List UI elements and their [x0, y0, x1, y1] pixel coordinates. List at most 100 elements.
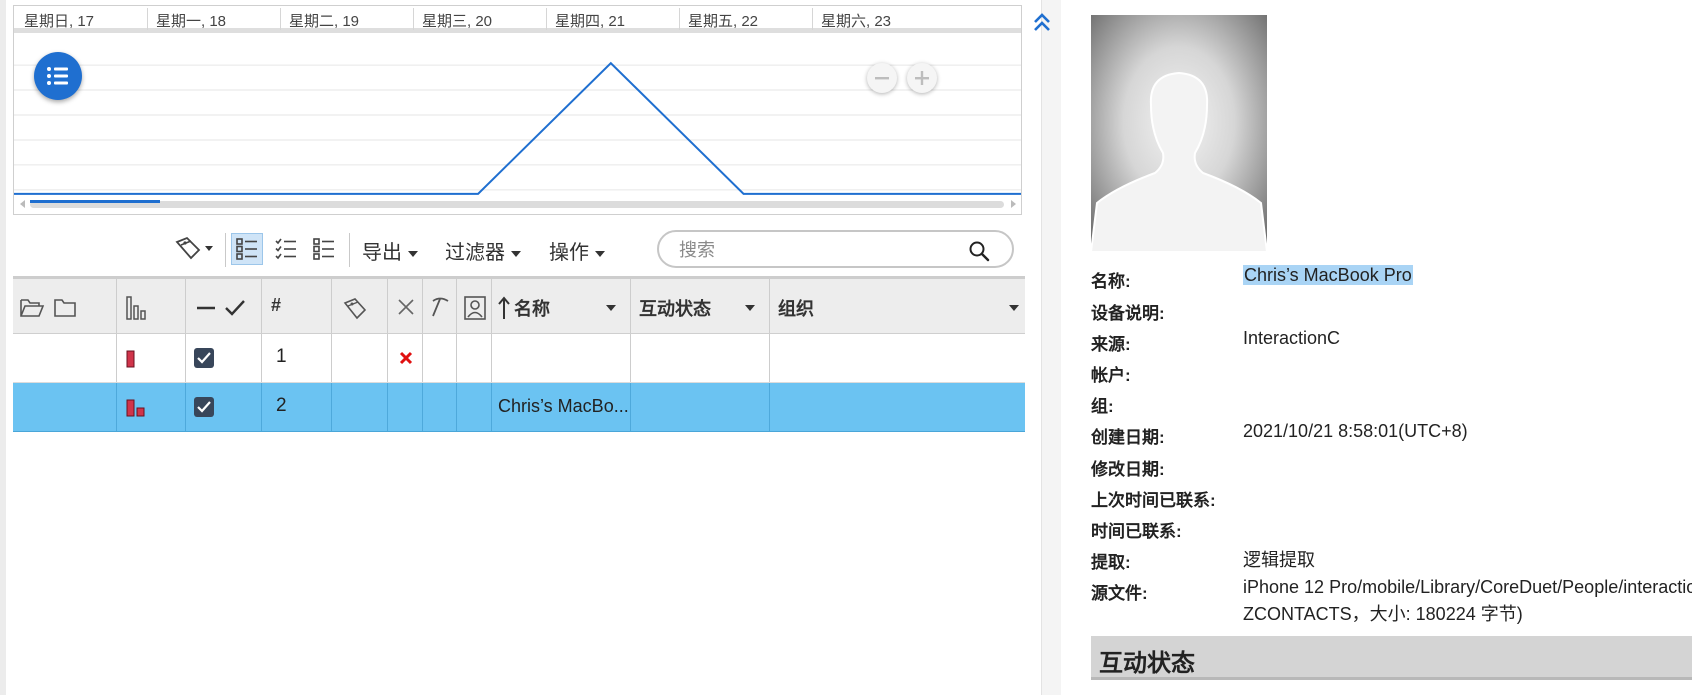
row-person-cell	[457, 334, 492, 382]
field-value-source-file[interactable]: iPhone 12 Pro/mobile/Library/CoreDuet/Pe…	[1243, 577, 1692, 598]
section-title: 互动状态	[1099, 650, 1195, 677]
day-separator	[812, 8, 813, 30]
row-checkbox[interactable]	[194, 397, 214, 417]
scrollbar-thumb[interactable]	[30, 200, 160, 203]
default-avatar-icon	[1091, 15, 1267, 252]
grid-header-row: # 名称 互动状态 组织	[13, 276, 1025, 334]
field-label-extraction: 提取:	[1091, 553, 1131, 572]
tag-icon	[343, 298, 367, 320]
frequency-bar-icon	[126, 399, 145, 417]
bar-chart-icon	[126, 296, 146, 320]
checklist-icon	[236, 238, 257, 260]
row-check-cell[interactable]	[186, 383, 262, 431]
timeline-scrollbar[interactable]	[18, 199, 1018, 209]
export-label: 导出	[362, 242, 402, 264]
checkmark-icon	[197, 401, 211, 413]
tag-icon	[175, 236, 213, 260]
row-checkbox[interactable]	[194, 348, 214, 368]
row-name-cell: Chris’s MacBo...	[492, 383, 631, 431]
collapse-button[interactable]	[1027, 8, 1057, 36]
zoom-out-button[interactable]	[867, 63, 897, 93]
search-input[interactable]	[679, 238, 949, 262]
field-label-device-desc: 设备说明:	[1091, 304, 1165, 323]
field-value-name[interactable]: Chris’s MacBook Pro	[1243, 265, 1413, 286]
header-name-cell[interactable]: 名称	[492, 279, 631, 333]
dash-check-icon	[197, 300, 245, 316]
timeline-list-button[interactable]	[34, 52, 82, 100]
check-view-button[interactable]	[231, 233, 263, 265]
panel-splitter[interactable]	[1041, 0, 1061, 695]
header-status-label: 互动状态	[639, 299, 711, 319]
table-row[interactable]: 1	[13, 334, 1025, 383]
header-name-label: 名称	[514, 299, 550, 319]
header-frequency-cell[interactable]	[117, 279, 186, 333]
filter-menu[interactable]: 过滤器	[445, 236, 521, 265]
double-chevron-up-icon	[1034, 13, 1050, 31]
row-frequency-cell	[117, 383, 186, 431]
header-deleted-cell[interactable]	[388, 279, 423, 333]
timeline-day-header: 星期日, 17 星期一, 18 星期二, 19 星期三, 20 星期四, 21 …	[14, 6, 1021, 33]
header-check-cell[interactable]	[186, 279, 262, 333]
row-org-cell	[770, 383, 1025, 431]
header-index-label: #	[271, 295, 282, 315]
avatar	[1091, 15, 1267, 252]
app-window: 星期日, 17 星期一, 18 星期二, 19 星期三, 20 星期四, 21 …	[0, 0, 1692, 695]
field-value-source: InteractionC	[1243, 328, 1341, 348]
search-box[interactable]	[657, 230, 1014, 268]
scroll-left-arrow-icon[interactable]	[18, 199, 28, 209]
field-label-modified: 修改日期:	[1091, 460, 1165, 479]
field-label-time-contacted: 时间已联系:	[1091, 522, 1182, 541]
chevron-down-icon	[595, 250, 605, 257]
row-status-cell	[631, 334, 770, 382]
row-check-cell[interactable]	[186, 334, 262, 382]
search-icon[interactable]	[967, 239, 991, 263]
pickaxe-icon	[432, 297, 449, 317]
row-frequency-cell	[117, 334, 186, 382]
row-index-cell: 1	[262, 334, 332, 382]
list-icon	[47, 67, 68, 85]
zoom-in-button[interactable]	[907, 63, 937, 93]
header-org-label: 组织	[778, 299, 814, 319]
frequency-bar-icon	[126, 350, 135, 368]
checklist-empty-icon	[313, 238, 334, 260]
column-filter-icon[interactable]	[1008, 304, 1020, 312]
minus-icon	[875, 77, 889, 80]
row-name: Chris’s MacBo...	[498, 396, 628, 416]
header-tag-cell[interactable]	[332, 279, 388, 333]
field-value-name-text[interactable]: Chris’s MacBook Pro	[1243, 265, 1413, 285]
header-index-cell[interactable]: #	[262, 279, 332, 333]
day-label-sun: 星期日, 17	[24, 13, 95, 30]
header-person-cell[interactable]	[457, 279, 492, 333]
day-label-thu: 星期四, 21	[555, 13, 626, 30]
check-all-button[interactable]	[270, 233, 302, 265]
section-header-interaction-status[interactable]: 互动状态	[1091, 636, 1692, 680]
scroll-right-arrow-icon[interactable]	[1008, 199, 1018, 209]
row-tag-cell	[332, 383, 388, 431]
row-tag-cell	[332, 334, 388, 382]
row-carve-cell	[423, 383, 457, 431]
actions-menu[interactable]: 操作	[549, 236, 605, 265]
field-label-name: 名称:	[1091, 272, 1131, 291]
day-label-wed: 星期三, 20	[422, 13, 493, 30]
column-filter-icon[interactable]	[744, 304, 756, 312]
table-row-selected[interactable]: 2 Chris’s MacBo...	[13, 383, 1025, 432]
row-folder-cell	[13, 383, 117, 431]
data-grid: # 名称 互动状态 组织 1 2 Chris’s MacBo...	[13, 276, 1025, 436]
day-separator	[679, 8, 680, 30]
scrollbar-track[interactable]	[30, 201, 1004, 208]
sort-ascending-icon	[498, 296, 510, 319]
header-folder-cell[interactable]	[13, 279, 117, 333]
uncheck-all-button[interactable]	[308, 233, 340, 265]
export-menu[interactable]: 导出	[362, 236, 418, 265]
day-label-sat: 星期六, 23	[821, 13, 892, 30]
header-org-cell[interactable]: 组织	[770, 279, 1025, 333]
field-label-created: 创建日期:	[1091, 428, 1165, 447]
tag-dropdown-button[interactable]	[173, 233, 217, 265]
column-filter-icon[interactable]	[605, 304, 617, 312]
field-value-created: 2021/10/21 8:58:01(UTC+8)	[1243, 421, 1468, 441]
header-carve-cell[interactable]	[423, 279, 457, 333]
chevron-down-icon	[408, 250, 418, 257]
checklist-checked-icon	[275, 238, 296, 260]
header-status-cell[interactable]: 互动状态	[631, 279, 770, 333]
day-label-fri: 星期五, 22	[688, 13, 759, 30]
